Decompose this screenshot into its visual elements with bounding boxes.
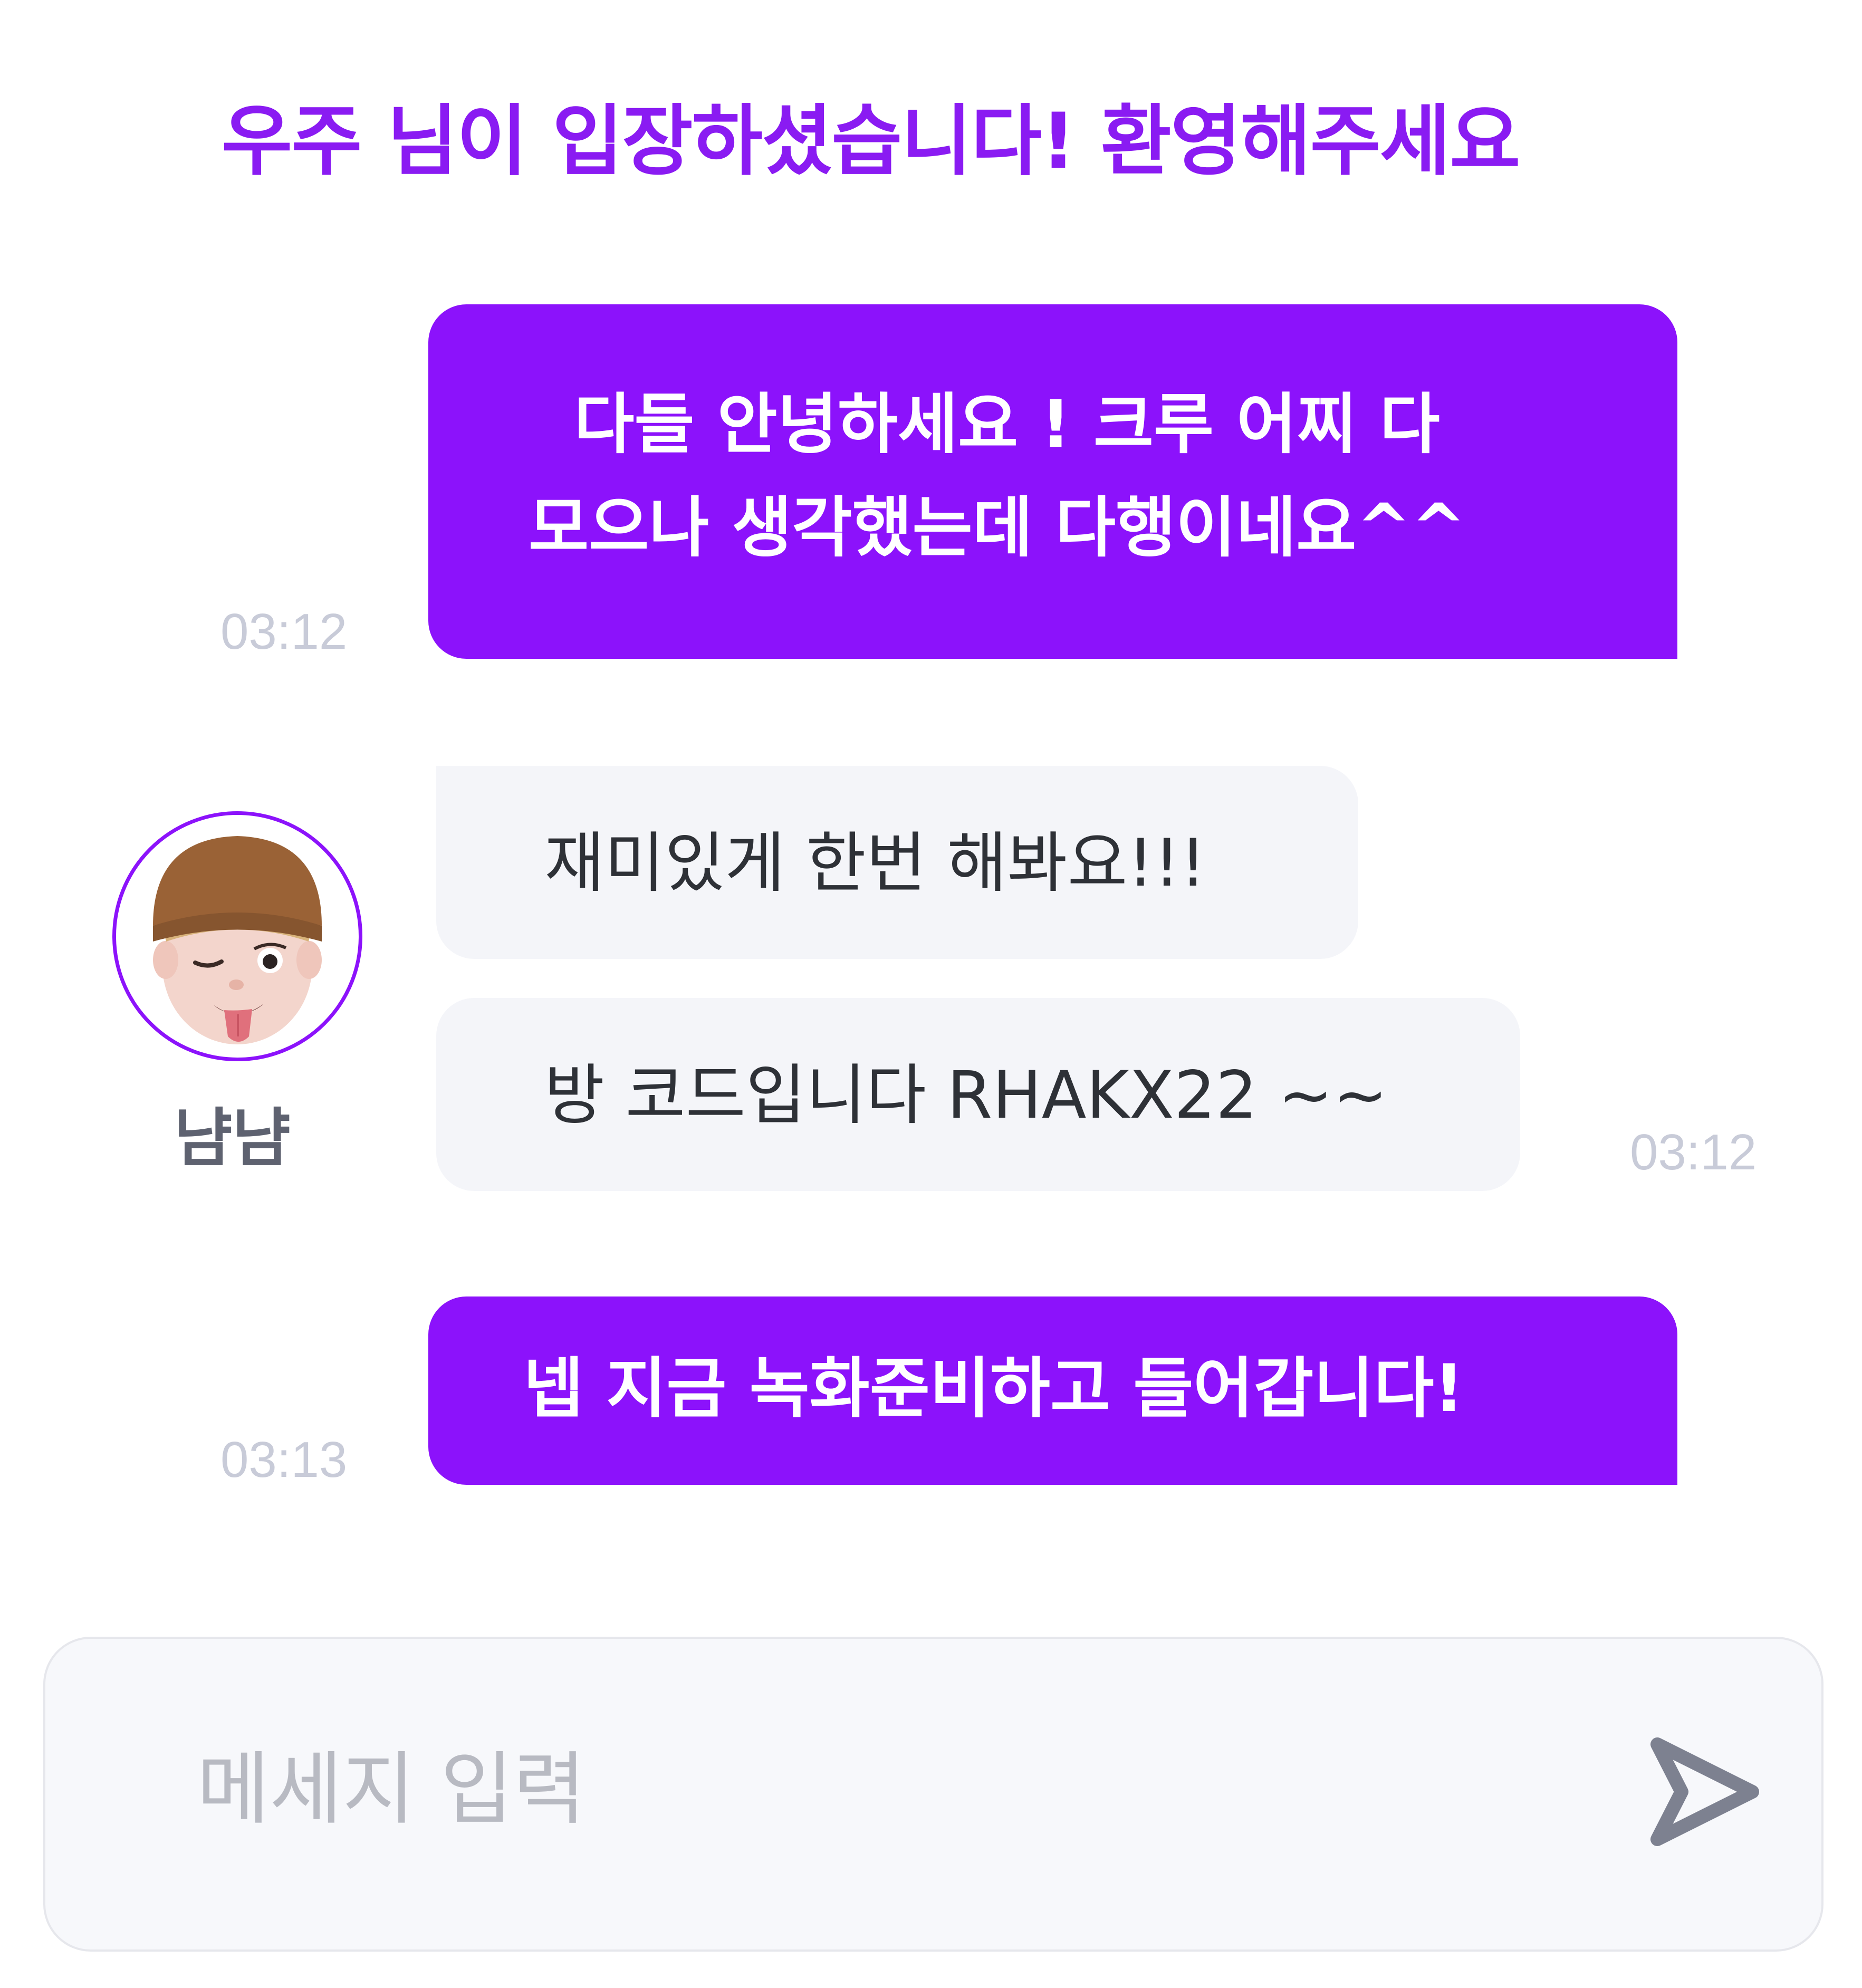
send-arrow-icon xyxy=(1650,1737,1759,1846)
other-message-bubble: 재미있게 한번 해봐요!!! xyxy=(436,766,1358,959)
avatar[interactable] xyxy=(112,811,362,1061)
my-message-bubble: 넵 지금 녹화준비하고 들어갑니다! xyxy=(428,1296,1677,1485)
message-text: 방 코드입니다 RHAKX22 ~~ xyxy=(544,1058,1388,1134)
message-input[interactable] xyxy=(196,1728,1517,1851)
sender-nickname: 냠냠 xyxy=(174,1102,291,1175)
message-text: 다들 안녕하세요 ! 크루 어찌 다 모으나 생각했는데 다행이네요^^ xyxy=(529,387,1466,566)
chat-screen: 우주 님이 입장하셨습니다! 환영해주세요 다들 안녕하세요 ! 크루 어찌 다… xyxy=(0,0,1862,1988)
send-button[interactable] xyxy=(1633,1723,1770,1860)
message-timestamp: 03:12 xyxy=(220,603,348,660)
message-timestamp: 03:13 xyxy=(220,1432,348,1488)
message-text: 재미있게 한번 해봐요!!! xyxy=(544,825,1206,901)
system-notice: 우주 님이 입장하셨습니다! 환영해주세요 xyxy=(222,97,1521,186)
other-message-bubble: 방 코드입니다 RHAKX22 ~~ xyxy=(436,998,1520,1191)
message-timestamp: 03:12 xyxy=(1630,1124,1757,1180)
message-text: 넵 지금 녹화준비하고 들어갑니다! xyxy=(523,1351,1464,1427)
memoji-avatar-icon xyxy=(153,836,322,1044)
my-message-bubble: 다들 안녕하세요 ! 크루 어찌 다 모으나 생각했는데 다행이네요^^ xyxy=(428,304,1677,659)
message-composer xyxy=(43,1637,1823,1952)
